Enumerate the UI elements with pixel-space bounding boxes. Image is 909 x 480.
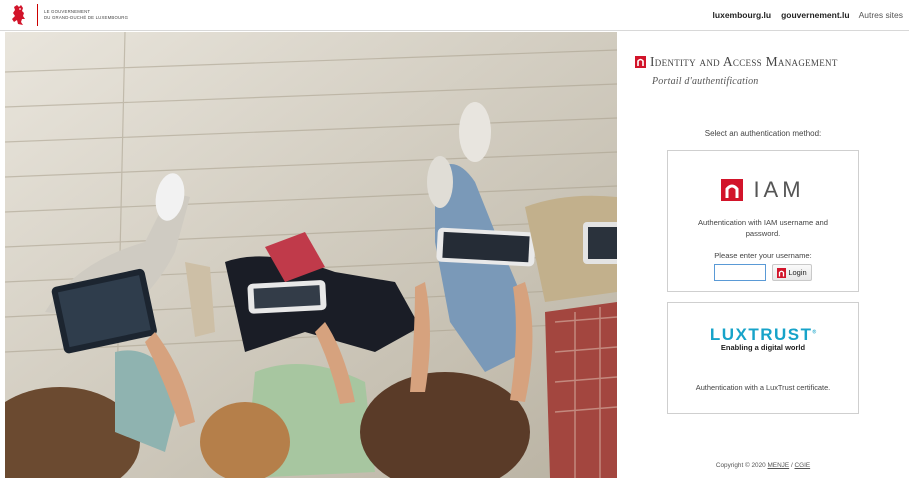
iam-logo: IAM	[668, 177, 858, 203]
luxtrust-logo: LUXTRUST® Enabling a digital world	[668, 325, 858, 352]
link-menje[interactable]: MENJE	[767, 462, 789, 469]
login-button[interactable]: Login	[772, 264, 812, 281]
copyright-separator: /	[790, 462, 793, 469]
link-gouvernement[interactable]: gouvernement.lu	[781, 10, 849, 20]
government-name: Le Gouvernement du Grand-Duché de Luxemb…	[44, 9, 128, 21]
login-row: Login	[714, 264, 812, 281]
logo-divider	[37, 4, 38, 26]
iam-logo-text: IAM	[753, 177, 805, 202]
hero-photo	[5, 32, 617, 478]
login-mark-icon	[777, 267, 787, 278]
copyright-prefix: Copyright © 2020	[715, 462, 766, 469]
government-logo[interactable]: Le Gouvernement du Grand-Duché de Luxemb…	[9, 0, 128, 31]
luxtrust-trademark: ®	[812, 329, 817, 336]
luxtrust-brand: LUXTRUST	[709, 325, 813, 344]
link-luxembourg[interactable]: luxembourg.lu	[713, 10, 772, 20]
username-input[interactable]	[714, 264, 766, 281]
link-other-sites[interactable]: Autres sites	[859, 10, 903, 20]
iam-description: Authentication with IAM username and pas…	[697, 218, 828, 238]
select-method-label: Select an authentication method:	[704, 129, 822, 138]
top-links: luxembourg.lu gouvernement.lu Autres sit…	[703, 10, 903, 20]
page-title: Identity and Access Management	[650, 54, 838, 69]
luxtrust-description: Authentication with a LuxTrust certifica…	[695, 383, 831, 392]
lion-icon	[12, 5, 25, 25]
iam-logo-icon	[721, 179, 744, 201]
photo-people-with-tablets-icon	[5, 32, 617, 478]
luxtrust-tagline: Enabling a digital world	[720, 343, 806, 352]
login-label: Login	[788, 268, 807, 277]
username-prompt: Please enter your username:	[714, 251, 812, 260]
iam-logo-mark-icon	[635, 56, 646, 68]
luxtrust-wordmark: LUXTRUST®	[668, 325, 858, 345]
copyright: Copyright © 2020 MENJE / CGIE	[617, 462, 909, 469]
luxtrust-auth-card[interactable]: LUXTRUST® Enabling a digital world Authe…	[667, 302, 859, 414]
page-subtitle: Portail d'authentification	[652, 76, 759, 87]
iam-auth-card: IAM Authentication with IAM username and…	[667, 150, 859, 292]
top-bar: Le Gouvernement du Grand-Duché de Luxemb…	[0, 0, 909, 31]
iam-header: Identity and Access Management	[635, 54, 838, 70]
link-cgie[interactable]: CGIE	[795, 462, 811, 469]
government-line-2: du Grand-Duché de Luxembourg	[44, 15, 129, 20]
auth-panel: Identity and Access Management Portail d…	[617, 32, 909, 480]
